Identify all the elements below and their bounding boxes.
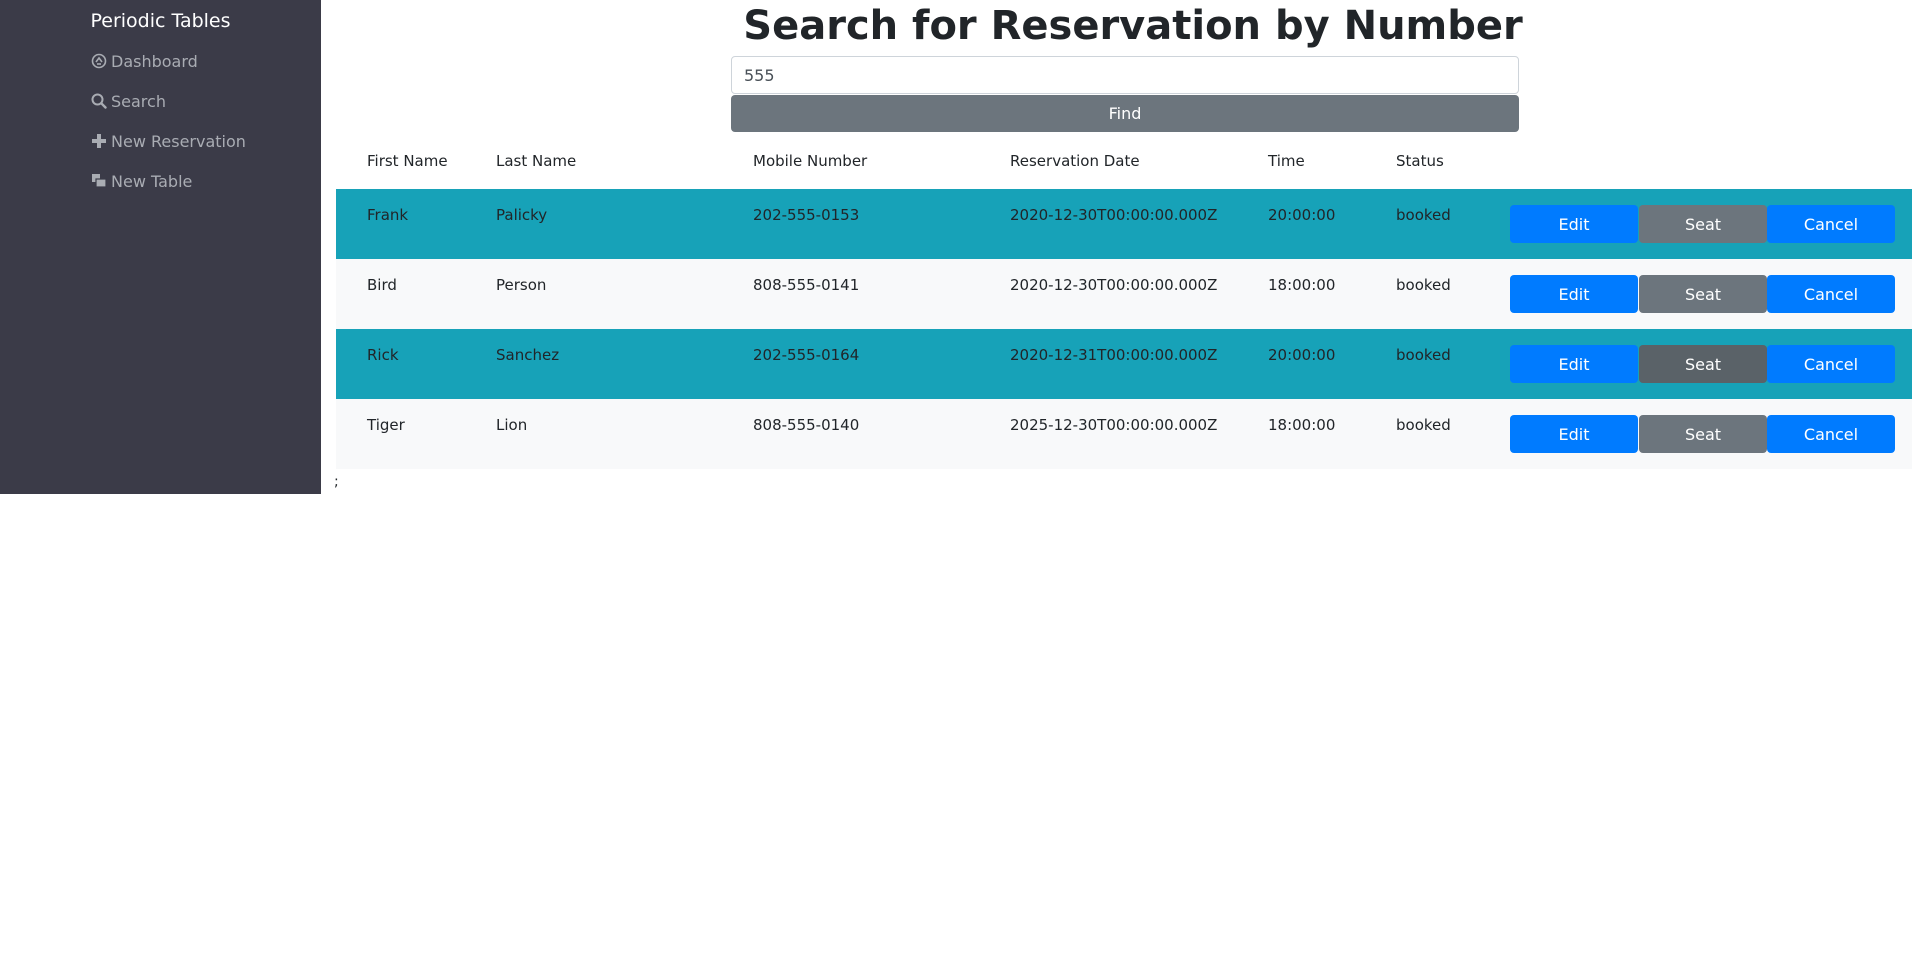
table-row: Bird Person 808-555-0141 2020-12-30T00:0… <box>336 259 1912 329</box>
sidebar-item-label: Search <box>111 91 166 111</box>
header-mobile-number: Mobile Number <box>753 152 868 170</box>
layers-icon <box>90 172 108 190</box>
seat-button[interactable]: Seat <box>1639 415 1767 453</box>
edit-button[interactable]: Edit <box>1510 205 1638 243</box>
brand-title: Periodic Tables <box>90 10 231 32</box>
header-first-name: First Name <box>367 152 448 170</box>
table-header: First Name Last Name Mobile Number Reser… <box>336 142 1912 189</box>
seat-button[interactable]: Seat <box>1639 205 1767 243</box>
cell-first-name: Bird <box>367 276 397 294</box>
sidebar-item-label: New Reservation <box>111 131 246 151</box>
header-time: Time <box>1268 152 1305 170</box>
cell-time: 18:00:00 <box>1268 416 1336 434</box>
cell-time: 20:00:00 <box>1268 346 1336 364</box>
cell-status: booked <box>1396 206 1451 224</box>
table-row: Tiger Lion 808-555-0140 2025-12-30T00:00… <box>336 399 1912 469</box>
cell-reservation-date: 2020-12-31T00:00:00.000Z <box>1010 346 1218 364</box>
cell-first-name: Rick <box>367 346 399 364</box>
cancel-button[interactable]: Cancel <box>1767 205 1895 243</box>
cell-mobile-number: 808-555-0141 <box>753 276 860 294</box>
cell-last-name: Person <box>496 276 547 294</box>
page-title: Search for Reservation by Number <box>743 3 1523 49</box>
edit-button[interactable]: Edit <box>1510 345 1638 383</box>
sidebar-item-new-reservation[interactable]: New Reservation <box>90 129 246 153</box>
table-row: Frank Palicky 202-555-0153 2020-12-30T00… <box>336 189 1912 259</box>
cell-last-name: Lion <box>496 416 528 434</box>
cell-last-name: Sanchez <box>496 346 560 364</box>
search-input[interactable] <box>731 56 1519 94</box>
cancel-button[interactable]: Cancel <box>1767 415 1895 453</box>
seat-button[interactable]: Seat <box>1639 345 1767 383</box>
sidebar-item-label: New Table <box>111 171 193 191</box>
cell-mobile-number: 808-555-0140 <box>753 416 860 434</box>
edit-button[interactable]: Edit <box>1510 275 1638 313</box>
search-icon <box>90 92 108 110</box>
find-button[interactable]: Find <box>731 95 1519 132</box>
cell-time: 18:00:00 <box>1268 276 1336 294</box>
cell-status: booked <box>1396 416 1451 434</box>
reservations-table: First Name Last Name Mobile Number Reser… <box>336 142 1912 469</box>
header-status: Status <box>1396 152 1444 170</box>
cell-first-name: Tiger <box>367 416 405 434</box>
cell-time: 20:00:00 <box>1268 206 1336 224</box>
header-reservation-date: Reservation Date <box>1010 152 1140 170</box>
header-last-name: Last Name <box>496 152 577 170</box>
sidebar-item-label: Dashboard <box>111 51 198 71</box>
table-row: Rick Sanchez 202-555-0164 2020-12-31T00:… <box>336 329 1912 399</box>
cell-last-name: Palicky <box>496 206 548 224</box>
cell-reservation-date: 2020-12-30T00:00:00.000Z <box>1010 276 1218 294</box>
sidebar-item-search[interactable]: Search <box>90 89 166 113</box>
cell-reservation-date: 2020-12-30T00:00:00.000Z <box>1010 206 1218 224</box>
cancel-button[interactable]: Cancel <box>1767 345 1895 383</box>
edit-button[interactable]: Edit <box>1510 415 1638 453</box>
dashboard-icon <box>90 52 108 70</box>
plus-icon <box>90 132 108 150</box>
main-content: Search for Reservation by Number Find Fi… <box>321 0 1920 969</box>
sidebar: Periodic Tables Dashboard Search New Res… <box>0 0 321 494</box>
cell-reservation-date: 2025-12-30T00:00:00.000Z <box>1010 416 1218 434</box>
seat-button[interactable]: Seat <box>1639 275 1767 313</box>
cell-mobile-number: 202-555-0153 <box>753 206 860 224</box>
stray-text: ; <box>334 474 339 490</box>
cell-mobile-number: 202-555-0164 <box>753 346 860 364</box>
cancel-button[interactable]: Cancel <box>1767 275 1895 313</box>
cell-first-name: Frank <box>367 206 409 224</box>
cell-status: booked <box>1396 346 1451 364</box>
cell-status: booked <box>1396 276 1451 294</box>
sidebar-item-new-table[interactable]: New Table <box>90 169 192 193</box>
sidebar-item-dashboard[interactable]: Dashboard <box>90 49 198 73</box>
